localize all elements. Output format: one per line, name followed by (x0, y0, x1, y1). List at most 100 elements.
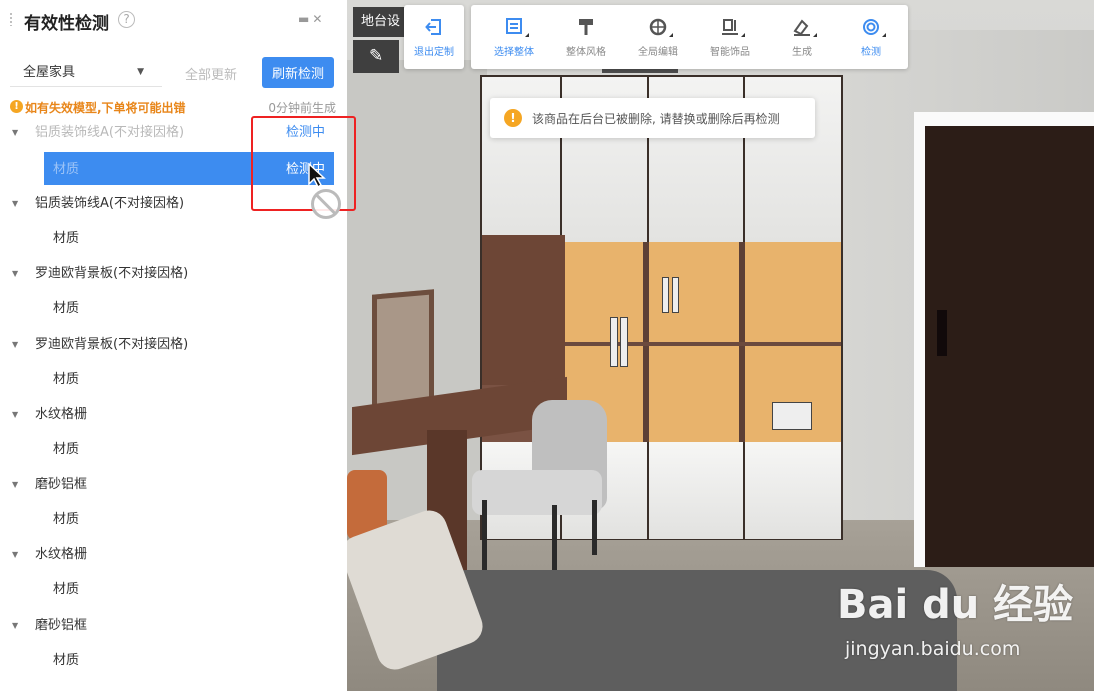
tree-item[interactable]: ▼ 磨砂铝框 (0, 474, 347, 496)
panel-title: 有效性检测 (24, 14, 109, 34)
exit-custom-button[interactable]: 退出定制 (404, 5, 464, 69)
validity-check-panel: 有效性检测 ? ▬✕ 全屋家具 ▼ 全部更新 刷新检测 ! 如有失效模型,下单将… (0, 0, 347, 691)
toast-message: ! 该商品在后台已被删除, 请替换或删除后再检测 (490, 98, 815, 138)
global-edit-icon (649, 18, 667, 36)
cabinet-lower-door[interactable] (649, 442, 745, 539)
submenu-corner-icon (813, 33, 817, 37)
tree-item-label: 材质 (53, 582, 80, 597)
tool-detect[interactable]: 检测 (842, 5, 900, 69)
exit-label: 退出定制 (414, 47, 454, 58)
decor-book (610, 317, 618, 367)
minimize-icon[interactable]: ▬ (298, 12, 312, 26)
decor-book (662, 277, 669, 313)
tree-item[interactable]: 材质 (0, 298, 347, 320)
update-all-button[interactable]: 全部更新 (185, 64, 237, 83)
highlight-box (251, 116, 356, 211)
edit-tool[interactable]: ✎ (353, 40, 399, 73)
warning-icon: ! (504, 109, 522, 127)
baidu-jingyan-watermark: Bai du 经验 jingyan.baidu.com (837, 572, 1094, 691)
tool-label: 智能饰品 (710, 47, 750, 58)
decor-book (672, 277, 679, 313)
tree-item[interactable]: 材质 (0, 579, 347, 601)
tree-item[interactable]: ▼ 罗迪欧背景板(不对接因格) (0, 263, 347, 285)
tree-item-label: 材质 (53, 372, 80, 387)
expand-arrow-icon[interactable]: ▼ (12, 474, 18, 496)
submenu-corner-icon (669, 33, 673, 37)
decor-book (620, 317, 628, 367)
tree-item-label: 材质 (53, 301, 80, 316)
tool-label: 整体风格 (566, 47, 606, 58)
tree-item[interactable]: 材质 (0, 369, 347, 391)
watermark-logo: Bai du 经验 (837, 582, 1074, 628)
tree-item-label: 材质 (53, 653, 80, 668)
tool-label: 选择整体 (494, 47, 534, 58)
chair-leg (592, 500, 597, 555)
tree-item-label: 罗迪欧背景板(不对接因格) (35, 266, 189, 281)
scope-select[interactable]: 全屋家具 ▼ (10, 59, 162, 87)
refresh-check-button[interactable]: 刷新检测 (262, 57, 334, 88)
tool-generate[interactable]: 生成 (773, 5, 831, 69)
door-handle (937, 310, 947, 356)
expand-arrow-icon[interactable]: ▼ (12, 544, 18, 566)
tree-item-label: 材质 (53, 231, 80, 246)
main-toolbar: 选择整体 整体风格 全局编辑 智能饰品 生成 检测 (471, 5, 908, 69)
scope-select-value: 全屋家具 (23, 65, 76, 80)
expand-arrow-icon[interactable]: ▼ (12, 193, 18, 215)
tree-item-label: 材质 (53, 512, 80, 527)
submenu-corner-icon (741, 33, 745, 37)
warning-text: 如有失效模型,下单将可能出错 (25, 101, 186, 115)
desk-shelf[interactable] (482, 235, 565, 385)
tool-select-whole[interactable]: 选择整体 (485, 5, 543, 69)
tree-item-label: 水纹格栅 (35, 547, 88, 562)
warning-icon: ! (10, 100, 23, 113)
select-whole-icon (506, 18, 522, 34)
expand-arrow-icon[interactable]: ▼ (12, 334, 18, 356)
tree-item-label: 材质 (53, 162, 80, 177)
tree-item-label: 水纹格栅 (35, 407, 88, 422)
tree-item-label: 罗迪欧背景板(不对接因格) (35, 337, 189, 352)
tool-global-edit[interactable]: 全局编辑 (629, 5, 687, 69)
tree-item[interactable]: 材质 (0, 650, 347, 672)
not-allowed-cursor-icon (311, 189, 341, 219)
expand-arrow-icon[interactable]: ▼ (12, 122, 18, 144)
door[interactable] (925, 126, 1094, 567)
tool-label: 全局编辑 (638, 47, 678, 58)
tree-item[interactable]: 材质 (0, 439, 347, 461)
toast-text: 该商品在后台已被删除, 请替换或删除后再检测 (532, 112, 780, 126)
tree-item[interactable]: 材质 (0, 509, 347, 531)
expand-arrow-icon[interactable]: ▼ (12, 263, 18, 285)
tree-item-label: 铝质装饰线A(不对接因格) (35, 196, 185, 211)
chair-seat[interactable] (472, 470, 602, 515)
cabinet-lower-door[interactable] (745, 442, 841, 539)
shelf-board (562, 342, 841, 346)
tree-item[interactable]: 材质 (0, 228, 347, 250)
submenu-corner-icon (882, 33, 886, 37)
generate-icon (793, 19, 810, 36)
chair-leg (482, 500, 487, 570)
tree-item-label: 铝质装饰线A(不对接因格) (35, 125, 185, 140)
tree-item[interactable]: ▼ 罗迪欧背景板(不对接因格) (0, 334, 347, 356)
tree-item[interactable]: ▼ 水纹格栅 (0, 404, 347, 426)
warning-row: ! 如有失效模型,下单将可能出错 0分钟前生成 (10, 99, 336, 115)
tree-item-label: 磨砂铝框 (35, 477, 88, 492)
help-icon[interactable]: ? (118, 11, 135, 28)
expand-arrow-icon[interactable]: ▼ (12, 404, 18, 426)
3d-viewport[interactable]: 地台设 ✎ 退出定制 选择整体 整体风格 全局编辑 智能饰品 生成 检测 ! 该… (347, 0, 1094, 691)
close-icon[interactable]: ✕ (312, 12, 325, 26)
detect-icon (863, 19, 879, 35)
tree-item[interactable]: ▼ 水纹格栅 (0, 544, 347, 566)
tool-smart-decor[interactable]: 智能饰品 (701, 5, 759, 69)
expand-arrow-icon[interactable]: ▼ (12, 615, 18, 637)
tool-overall-style[interactable]: 整体风格 (557, 5, 615, 69)
pencil-icon: ✎ (369, 46, 384, 66)
decor-book-stack (772, 402, 812, 430)
watermark-url: jingyan.baidu.com (845, 638, 1021, 660)
tree-item-label: 磨砂铝框 (35, 618, 88, 633)
submenu-corner-icon (525, 33, 529, 37)
mouse-cursor-icon (308, 163, 326, 189)
generated-time: 0分钟前生成 (268, 101, 336, 115)
drag-handle[interactable] (9, 12, 13, 26)
tool-label: 检测 (861, 47, 881, 58)
chevron-down-icon: ▼ (137, 67, 144, 77)
tree-item[interactable]: ▼ 磨砂铝框 (0, 615, 347, 637)
